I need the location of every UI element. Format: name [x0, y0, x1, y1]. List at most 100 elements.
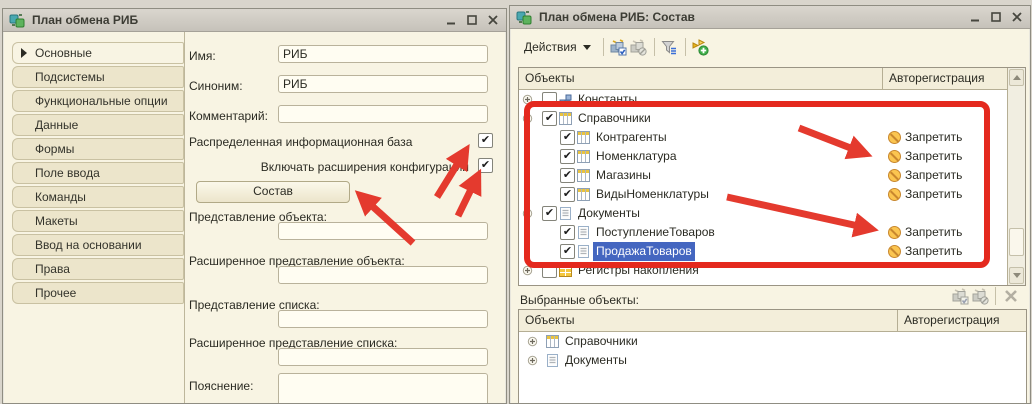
- actions-button[interactable]: Действия: [517, 36, 598, 58]
- add-object-icon[interactable]: [691, 38, 711, 56]
- tab-9[interactable]: Права: [12, 258, 184, 280]
- toolbar-separator: [603, 38, 604, 56]
- column-header-objects[interactable]: Объекты: [519, 310, 902, 331]
- catalog-icon: [577, 131, 590, 147]
- scroll-down-button[interactable]: [1009, 267, 1024, 284]
- autoregistration-value[interactable]: Запретить: [905, 223, 962, 242]
- desktop: { "annotation": { "color": "#e4291e" }, …: [0, 0, 1032, 402]
- delete-icon[interactable]: [1001, 287, 1021, 305]
- tree-node-label[interactable]: Магазины: [593, 166, 654, 185]
- include-extensions-checkbox[interactable]: [478, 158, 493, 173]
- expand-icon[interactable]: [522, 94, 533, 108]
- tab-5[interactable]: Поле ввода: [12, 162, 184, 184]
- tab-main[interactable]: Основные: [12, 42, 184, 64]
- expand-icon[interactable]: [522, 265, 533, 279]
- triangle-up-icon: [1013, 75, 1021, 80]
- tree-node-label[interactable]: ПродажаТоваров: [593, 242, 695, 261]
- close-icon[interactable]: [1008, 9, 1026, 25]
- tree-row[interactable]: Номенклатура Запретить: [519, 147, 1008, 166]
- expand-icon[interactable]: [527, 355, 538, 369]
- scroll-up-button[interactable]: [1009, 69, 1024, 86]
- vertical-scrollbar[interactable]: [1007, 68, 1025, 285]
- row-checkbox[interactable]: [542, 263, 557, 278]
- filter-icon[interactable]: [660, 38, 680, 56]
- tree-node-label[interactable]: Документы: [562, 351, 630, 370]
- titlebar[interactable]: План обмена РИБ: [3, 9, 506, 32]
- tree-row[interactable]: Магазины Запретить: [519, 166, 1008, 185]
- row-checkbox[interactable]: [542, 92, 557, 107]
- row-checkbox[interactable]: [560, 187, 575, 202]
- compose-button[interactable]: Состав: [196, 181, 350, 203]
- tab-2[interactable]: Функциональные опции: [12, 90, 184, 112]
- tree-row[interactable]: Константы: [519, 90, 1008, 109]
- autoregistration-value[interactable]: Запретить: [905, 147, 962, 166]
- disable-autoregistration-icon[interactable]: [970, 287, 990, 305]
- tab-4[interactable]: Формы: [12, 138, 184, 160]
- document-icon: [577, 245, 590, 261]
- tree-row[interactable]: Справочники: [519, 109, 1008, 128]
- tree-node-label[interactable]: ВидыНоменклатуры: [593, 185, 712, 204]
- comment-input[interactable]: [278, 105, 488, 123]
- tab-8[interactable]: Ввод на основании: [12, 234, 184, 256]
- tab-1[interactable]: Подсистемы: [12, 66, 184, 88]
- autoregistration-value[interactable]: Запретить: [905, 185, 962, 204]
- extended-list-presentation-input[interactable]: [278, 348, 488, 366]
- distributed-base-checkbox[interactable]: [478, 133, 493, 148]
- minimize-icon[interactable]: [442, 12, 460, 28]
- disable-autoregistration-icon[interactable]: [629, 38, 649, 56]
- tree-row[interactable]: Документы: [519, 204, 1008, 223]
- titlebar[interactable]: План обмена РИБ: Состав: [510, 6, 1030, 29]
- tree-row[interactable]: ПоступлениеТоваров Запретить: [519, 223, 1008, 242]
- object-presentation-input[interactable]: [278, 222, 488, 240]
- tree-row[interactable]: ВидыНоменклатуры Запретить: [519, 185, 1008, 204]
- row-checkbox[interactable]: [542, 111, 557, 126]
- tree-row[interactable]: ПродажаТоваров Запретить: [519, 242, 1008, 261]
- tab-3[interactable]: Данные: [12, 114, 184, 136]
- column-header-autoregistration[interactable]: Авторегистрация: [882, 68, 1008, 89]
- tree-node-label[interactable]: Контрагенты: [593, 128, 670, 147]
- tab-7[interactable]: Макеты: [12, 210, 184, 232]
- tree-node-label[interactable]: Номенклатура: [593, 147, 680, 166]
- minimize-icon[interactable]: [966, 9, 984, 25]
- scrollbar-thumb[interactable]: [1009, 228, 1024, 256]
- extended-object-presentation-input[interactable]: [278, 266, 488, 284]
- catalog-icon: [559, 112, 572, 128]
- collapse-icon[interactable]: [522, 208, 533, 222]
- row-checkbox[interactable]: [560, 130, 575, 145]
- row-checkbox[interactable]: [560, 225, 575, 240]
- tree-row[interactable]: Регистры накопления: [519, 261, 1008, 280]
- column-header-objects[interactable]: Объекты: [519, 68, 887, 89]
- autoregistration-value[interactable]: Запретить: [905, 242, 962, 261]
- tree-node-label[interactable]: Документы: [575, 204, 643, 223]
- tree-row[interactable]: Справочники: [519, 332, 1026, 351]
- row-checkbox[interactable]: [560, 149, 575, 164]
- tab-6[interactable]: Команды: [12, 186, 184, 208]
- explanation-input[interactable]: [278, 373, 488, 403]
- exchange-plan-body: ОсновныеПодсистемыФункциональные опцииДа…: [4, 32, 505, 403]
- expand-icon[interactable]: [527, 336, 538, 350]
- close-icon[interactable]: [484, 12, 502, 28]
- enable-autoregistration-icon[interactable]: [950, 287, 970, 305]
- tree-row[interactable]: Документы: [519, 351, 1026, 370]
- maximize-icon[interactable]: [987, 9, 1005, 25]
- tab-10[interactable]: Прочее: [12, 282, 184, 304]
- maximize-icon[interactable]: [463, 12, 481, 28]
- collapse-icon[interactable]: [522, 113, 533, 127]
- tree-node-label[interactable]: Константы: [575, 90, 640, 109]
- row-checkbox[interactable]: [542, 206, 557, 221]
- row-checkbox[interactable]: [560, 244, 575, 259]
- autoregistration-value[interactable]: Запретить: [905, 166, 962, 185]
- tree-row[interactable]: Контрагенты Запретить: [519, 128, 1008, 147]
- enable-autoregistration-icon[interactable]: [609, 38, 629, 56]
- tree-node-label[interactable]: Справочники: [562, 332, 641, 351]
- tree-node-label[interactable]: Справочники: [575, 109, 654, 128]
- name-input[interactable]: [278, 45, 488, 63]
- tree-node-label[interactable]: ПоступлениеТоваров: [593, 223, 718, 242]
- row-checkbox[interactable]: [560, 168, 575, 183]
- synonym-input[interactable]: [278, 75, 488, 93]
- column-header-autoregistration[interactable]: Авторегистрация: [897, 310, 1026, 331]
- tree-node-label[interactable]: Регистры накопления: [575, 261, 702, 280]
- autoregistration-value[interactable]: Запретить: [905, 128, 962, 147]
- objects-tree-rows: КонстантыСправочникиКонтрагенты Запретить…: [519, 90, 1008, 285]
- list-presentation-input[interactable]: [278, 310, 488, 328]
